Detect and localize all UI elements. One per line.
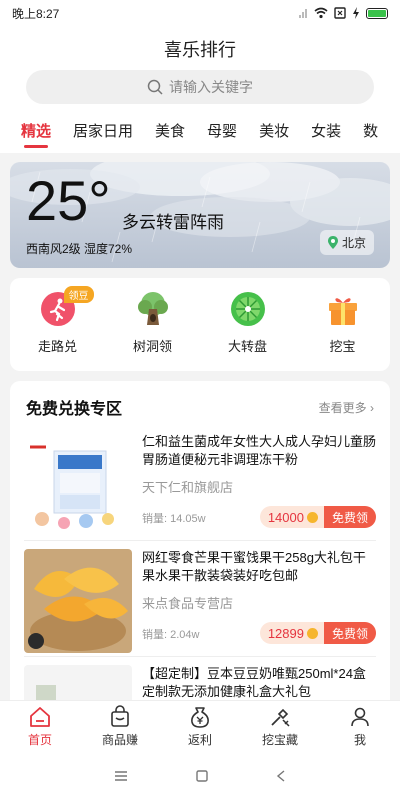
menu-icon[interactable] xyxy=(114,770,128,782)
points-value: 14000 xyxy=(267,509,304,525)
home-icon xyxy=(30,707,50,727)
tab-featured[interactable]: 精选 xyxy=(10,112,62,152)
city-selector[interactable]: 北京 xyxy=(319,230,374,255)
section-title: 免费兑换专区 xyxy=(26,401,123,418)
status-time: 晚上8:27 xyxy=(12,6,60,21)
feature-label: 树洞领 xyxy=(132,339,172,354)
weather-condition: 多云转雷阵雨 xyxy=(122,213,224,232)
product-shop: 天下仁和旗舰店 xyxy=(142,480,234,495)
view-more-label: 查看更多 xyxy=(318,400,367,415)
product-image xyxy=(24,433,132,537)
nav-label: 返利 xyxy=(187,733,212,747)
product-name: 网红零食芒果干蜜饯果干258g大礼包干果水果干散装袋装好吃包邮 xyxy=(142,550,366,583)
nav-home[interactable]: 首页 xyxy=(0,701,80,752)
nav-product-earn[interactable]: 商品赚 xyxy=(80,701,160,752)
feature-badge: 领豆 xyxy=(63,286,94,303)
points-price: 12899 xyxy=(259,622,324,644)
home-square-icon[interactable] xyxy=(196,770,208,782)
page-title: 喜乐排行 xyxy=(164,40,236,60)
product-image xyxy=(24,549,132,653)
feature-wheel[interactable]: 大转盘 xyxy=(208,290,288,355)
section-header: 免费兑换专区 查看更多 › xyxy=(10,381,390,425)
nav-me[interactable]: 我 xyxy=(320,701,400,752)
tab-household[interactable]: 居家日用 xyxy=(62,112,144,152)
person-icon xyxy=(351,707,369,727)
view-more-link[interactable]: 查看更多 › xyxy=(319,399,374,416)
feature-label: 挖宝 xyxy=(329,339,356,354)
battery-icon xyxy=(366,7,388,19)
feature-shortcuts: 领豆 走路兑 树洞领 大转盘 挖宝 xyxy=(10,278,390,371)
chevron-right-icon: › xyxy=(370,400,374,415)
redeem-pill[interactable]: 14000 免费领 xyxy=(259,506,376,528)
weather-card[interactable]: 25° 多云转雷阵雨 西南风2级 湿度72% 北京 xyxy=(10,162,390,268)
signal-icon xyxy=(299,9,307,18)
search-input[interactable]: 请输入关键字 xyxy=(26,70,374,104)
feature-walk[interactable]: 领豆 走路兑 xyxy=(18,286,98,355)
location-pin-icon xyxy=(327,236,338,249)
nav-dig-treasure[interactable]: 挖宝藏 xyxy=(240,701,320,752)
status-bar: 晚上8:27 xyxy=(0,0,400,26)
money-bag-icon xyxy=(191,707,209,728)
gift-box-icon xyxy=(324,290,362,328)
tab-baby[interactable]: 母婴 xyxy=(196,112,248,152)
redeem-pill[interactable]: 12899 免费领 xyxy=(259,622,376,644)
free-redeem-section: 免费兑换专区 查看更多 › 仁和益生菌成年女性大人成人孕妇儿童肠胃肠道便秘元非调… xyxy=(10,381,390,711)
bottom-nav: 首页 商品赚 返利 挖宝藏 我 xyxy=(0,700,400,752)
product-name: 【超定制】豆本豆豆奶唯甄250ml*24盒定制款无添加健康礼盒大礼包 xyxy=(142,666,366,699)
wifi-icon xyxy=(314,7,328,19)
product-card[interactable]: 网红零食芒果干蜜饯果干258g大礼包干果水果干散装袋装好吃包邮 来点食品专营店 … xyxy=(10,541,390,656)
charging-icon xyxy=(353,7,359,19)
search-placeholder: 请输入关键字 xyxy=(169,79,253,95)
product-sales: 销量: 2.04w xyxy=(142,629,200,641)
city-name: 北京 xyxy=(341,236,366,250)
tree-hollow-icon xyxy=(134,290,172,328)
weather-details: 西南风2级 湿度72% xyxy=(26,242,133,256)
status-icons xyxy=(298,7,388,19)
tab-food[interactable]: 美食 xyxy=(144,112,196,152)
tab-womens-clothing[interactable]: 女装 xyxy=(300,112,352,152)
feature-label: 走路兑 xyxy=(37,339,77,354)
nav-label: 我 xyxy=(353,733,366,747)
product-name: 仁和益生菌成年女性大人成人孕妇儿童肠胃肠道便秘元非调理冻干粉 xyxy=(142,434,376,467)
nav-label: 挖宝藏 xyxy=(261,733,298,747)
back-icon[interactable] xyxy=(276,770,286,782)
wheel-icon xyxy=(229,290,267,328)
tab-digital[interactable]: 数 xyxy=(352,112,389,152)
search-icon xyxy=(147,79,163,95)
coin-icon xyxy=(306,627,318,639)
claim-free-button[interactable]: 免费领 xyxy=(323,622,376,644)
header: 喜乐排行 请输入关键字 精选 居家日用 美食 母婴 美妆 女装 数 xyxy=(0,26,400,153)
system-nav-bar xyxy=(0,752,400,800)
shovel-icon xyxy=(271,708,290,727)
product-shop: 来点食品专营店 xyxy=(142,596,234,611)
points-price: 14000 xyxy=(259,506,324,528)
feature-label: 大转盘 xyxy=(227,339,267,354)
nav-label: 商品赚 xyxy=(101,733,138,747)
weather-temperature: 25° xyxy=(26,169,111,232)
points-value: 12899 xyxy=(267,625,304,641)
product-sales: 销量: 14.05w xyxy=(142,513,206,525)
category-tabs: 精选 居家日用 美食 母婴 美妆 女装 数 xyxy=(0,112,400,152)
nav-label: 首页 xyxy=(27,733,52,747)
feature-tree-hollow[interactable]: 树洞领 xyxy=(113,290,193,355)
coin-icon xyxy=(306,511,318,523)
product-card[interactable]: 仁和益生菌成年女性大人成人孕妇儿童肠胃肠道便秘元非调理冻干粉 天下仁和旗舰店 销… xyxy=(10,425,390,540)
sim-icon xyxy=(334,7,346,19)
claim-free-button[interactable]: 免费领 xyxy=(323,506,376,528)
nav-rebate[interactable]: 返利 xyxy=(160,701,240,752)
tab-beauty[interactable]: 美妆 xyxy=(248,112,300,152)
shopping-bag-icon xyxy=(111,705,129,727)
feature-dig-treasure[interactable]: 挖宝 xyxy=(303,290,383,355)
